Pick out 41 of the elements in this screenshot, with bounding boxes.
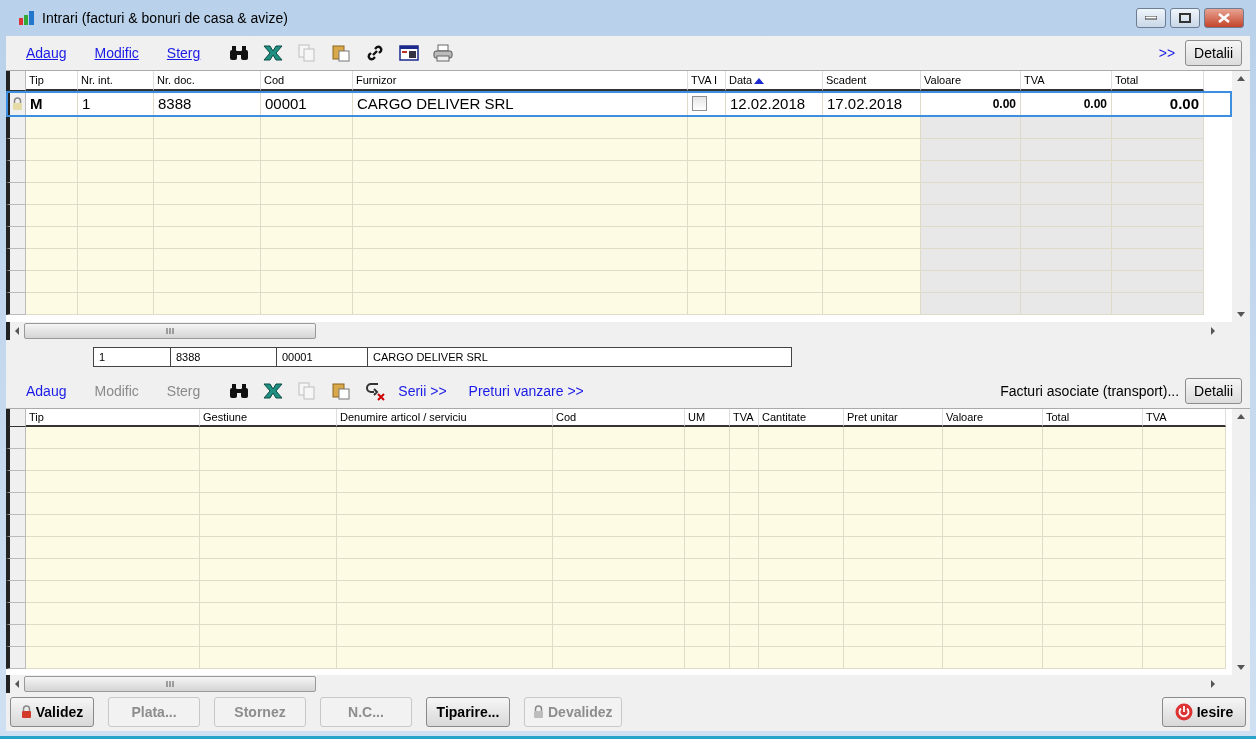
details-button[interactable]: Detalii: [1185, 40, 1242, 66]
column-header[interactable]: Tip: [26, 409, 200, 427]
action-button[interactable]: Tiparire...: [426, 697, 510, 727]
associated-invoices-label: Facturi asociate (transport)...: [1000, 383, 1180, 399]
column-header[interactable]: Gestiune: [200, 409, 337, 427]
column-header[interactable]: Data: [726, 71, 823, 91]
table-row[interactable]: M 1 8388 00001 CARGO DELIVER SRL 12.02.2018 17.02.2018 0.00 0.00 0.00: [6, 91, 1232, 117]
toolbar-link[interactable]: Sterg: [166, 45, 201, 61]
column-header[interactable]: TVA I: [688, 71, 726, 91]
column-header[interactable]: Scadent: [823, 71, 921, 91]
column-header[interactable]: Cantitate: [759, 409, 844, 427]
more-link[interactable]: >>: [1158, 45, 1176, 61]
column-header[interactable]: UM: [685, 409, 730, 427]
column-header[interactable]: TVA: [1021, 71, 1112, 91]
column-header[interactable]: Total: [1043, 409, 1143, 427]
details-button[interactable]: Detalii: [1185, 378, 1242, 404]
column-header[interactable]: Furnizor: [353, 71, 688, 91]
column-header[interactable]: Cod: [261, 71, 353, 91]
column-header[interactable]: Nr. int.: [78, 71, 154, 91]
window-title: Intrari (facturi & bonuri de casa & avize): [42, 10, 288, 26]
summary-field: CARGO DELIVER SRL: [367, 347, 792, 367]
toolbar-link[interactable]: Preturi vanzare >>: [468, 383, 584, 399]
column-header[interactable]: Total: [1112, 71, 1204, 91]
column-header[interactable]: Denumire articol / serviciu: [337, 409, 553, 427]
toolbar-link[interactable]: Modific: [94, 45, 139, 61]
column-header[interactable]: Cod: [553, 409, 685, 427]
column-header[interactable]: Valoare: [943, 409, 1043, 427]
summary-field: 00001: [276, 347, 368, 367]
toolbar-link[interactable]: Serii >>: [398, 383, 447, 399]
column-header[interactable]: TVA: [1143, 409, 1226, 427]
exit-button[interactable]: Iesire: [1162, 697, 1246, 727]
toolbar-link[interactable]: Adaug: [26, 45, 67, 61]
action-button[interactable]: Validez: [10, 697, 94, 727]
column-header[interactable]: TVA: [730, 409, 759, 427]
toolbar-link[interactable]: Adaug: [26, 383, 67, 399]
column-header[interactable]: Pret unitar: [844, 409, 943, 427]
column-header[interactable]: Valoare: [921, 71, 1021, 91]
column-header[interactable]: Tip: [26, 71, 78, 91]
summary-field: 1: [93, 347, 171, 367]
column-header[interactable]: Nr. doc.: [154, 71, 261, 91]
summary-field: 8388: [170, 347, 277, 367]
